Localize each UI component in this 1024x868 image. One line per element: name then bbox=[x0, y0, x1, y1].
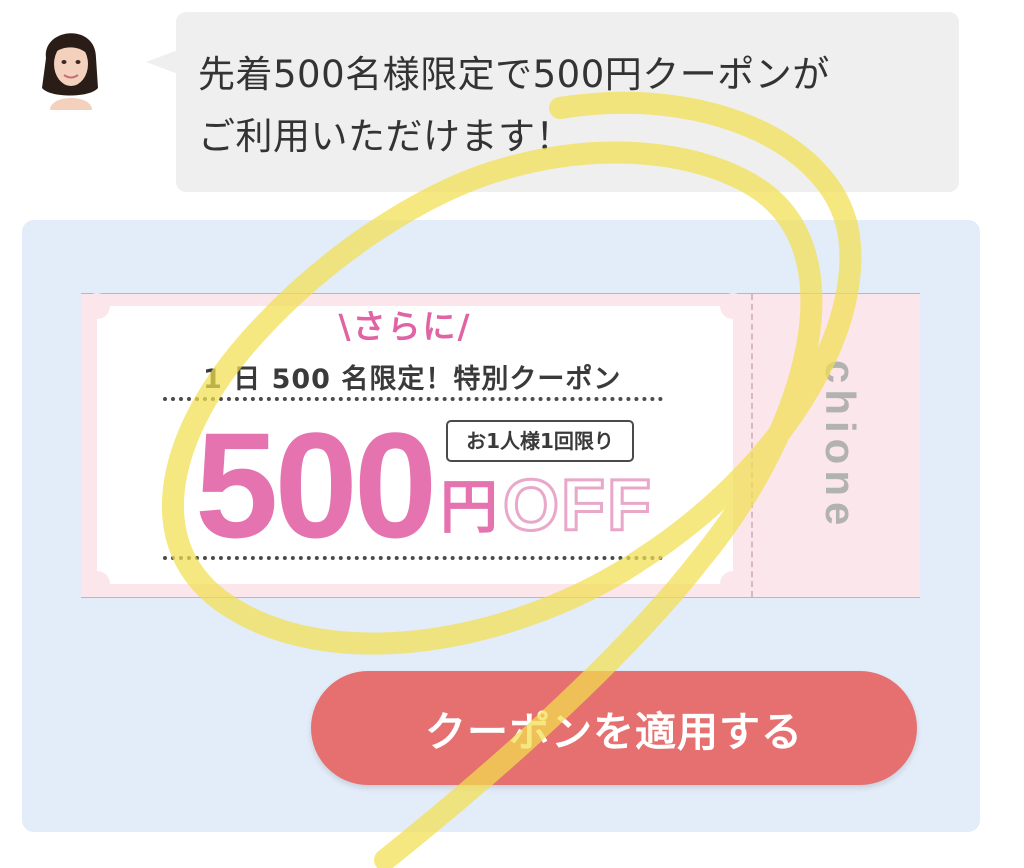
advisor-avatar bbox=[40, 18, 100, 110]
chat-bubble: 先着500名様限定で500円クーポンが ご利用いただけます！ bbox=[176, 12, 959, 192]
limit-badge: お1人様1回限り bbox=[446, 420, 634, 462]
coupon-subtitle: 1 日 500 名限定！特別クーポン bbox=[203, 364, 622, 395]
coupon-perforation bbox=[751, 294, 753, 597]
discount-off-label: OFF bbox=[502, 465, 653, 548]
chat-line-2: ご利用いただけます！ bbox=[198, 115, 573, 158]
brand-logo: chione bbox=[817, 360, 864, 532]
discount-yen: 円 bbox=[440, 473, 499, 541]
discount-amount: 500 bbox=[195, 401, 437, 569]
apply-coupon-button[interactable]: クーポンを適用する bbox=[311, 671, 917, 785]
coupon-headline: \さらに/ bbox=[338, 307, 472, 346]
dotted-divider-bottom bbox=[163, 556, 663, 560]
chat-line-1: 先着500名様限定で500円クーポンが bbox=[198, 53, 830, 96]
chat-bubble-tail bbox=[146, 50, 178, 74]
